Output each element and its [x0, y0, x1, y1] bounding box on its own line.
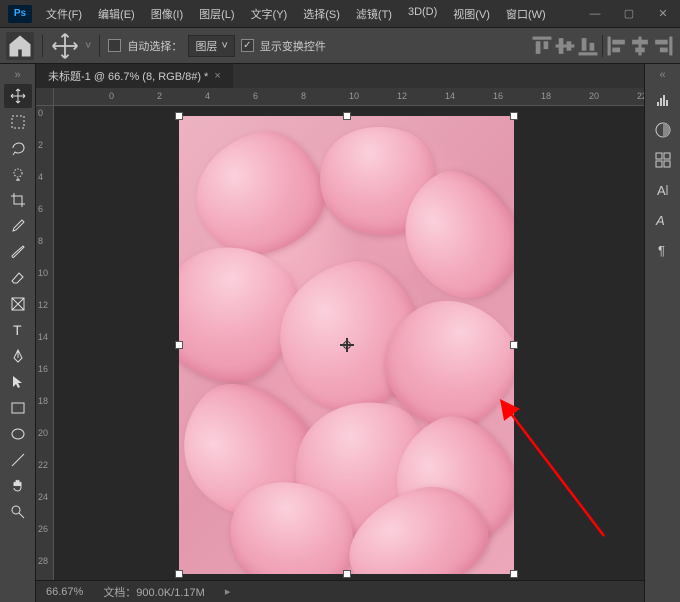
divider	[602, 35, 603, 57]
menu-layer[interactable]: 图层(L)	[193, 2, 240, 26]
lasso-tool[interactable]	[4, 136, 32, 160]
auto-select-checkbox[interactable]	[108, 39, 121, 52]
align-vcenter-button[interactable]	[554, 35, 576, 57]
menu-window[interactable]: 窗口(W)	[500, 2, 552, 26]
menu-type[interactable]: 文字(Y)	[245, 2, 294, 26]
title-bar: Ps 文件(F) 编辑(E) 图像(I) 图层(L) 文字(Y) 选择(S) 滤…	[0, 0, 680, 28]
align-buttons	[531, 35, 674, 57]
tab-title: 未标题-1 @ 66.7% (8, RGB/8#) *	[48, 68, 208, 84]
menu-3d[interactable]: 3D(D)	[402, 2, 443, 26]
crop-tool[interactable]	[4, 188, 32, 212]
hand-tool[interactable]	[4, 474, 32, 498]
doc-size[interactable]: 文档：900.0K/1.17M	[103, 584, 205, 600]
color-icon[interactable]	[650, 118, 676, 142]
canvas-viewport[interactable]	[54, 106, 644, 580]
document-tabs: 未标题-1 @ 66.7% (8, RGB/8#) * ×	[36, 64, 644, 88]
window-controls: ― ▢ ✕	[578, 0, 680, 28]
maximize-button[interactable]: ▢	[612, 0, 646, 28]
dropdown-chevron-icon[interactable]: ˅	[85, 40, 91, 52]
toolbar-expand[interactable]: »	[0, 68, 35, 82]
auto-select-label: 自动选择：	[127, 38, 182, 54]
tab-close-icon[interactable]: ×	[214, 70, 220, 82]
ellipse-tool[interactable]	[4, 422, 32, 446]
align-top-button[interactable]	[531, 35, 553, 57]
workspace: » T 未标题-1 @ 66.7% (8, RGB/8#) * × 024681…	[0, 64, 680, 602]
auto-select-dropdown[interactable]: 图层 ˅	[188, 35, 234, 57]
right-panels: « A A ¶	[644, 64, 680, 602]
quick-select-tool[interactable]	[4, 162, 32, 186]
svg-text:A: A	[655, 213, 665, 228]
histogram-icon[interactable]	[650, 88, 676, 112]
zoom-tool[interactable]	[4, 500, 32, 524]
menu-filter[interactable]: 滤镜(T)	[350, 2, 398, 26]
move-tool-icon[interactable]	[51, 32, 79, 60]
app-logo: Ps	[8, 5, 32, 23]
divider	[42, 35, 43, 57]
marquee-tool[interactable]	[4, 110, 32, 134]
home-button[interactable]	[6, 32, 34, 60]
chevron-right-icon[interactable]: ▸	[225, 585, 231, 598]
pen-tool[interactable]	[4, 344, 32, 368]
main-area: 未标题-1 @ 66.7% (8, RGB/8#) * × 0246810121…	[36, 64, 644, 602]
rectangle-tool[interactable]	[4, 396, 32, 420]
status-bar: 66.67% 文档：900.0K/1.17M ▸	[36, 580, 644, 602]
eraser-tool[interactable]	[4, 266, 32, 290]
menu-edit[interactable]: 编辑(E)	[92, 2, 141, 26]
align-bottom-button[interactable]	[577, 35, 599, 57]
line-tool[interactable]	[4, 448, 32, 472]
menu-file[interactable]: 文件(F)	[40, 2, 88, 26]
document-tab[interactable]: 未标题-1 @ 66.7% (8, RGB/8#) * ×	[36, 64, 233, 88]
move-tool[interactable]	[4, 84, 32, 108]
brush-tool[interactable]	[4, 240, 32, 264]
options-bar: ˅ 自动选择： 图层 ˅ 显示变换控件	[0, 28, 680, 64]
toolbar: » T	[0, 64, 36, 602]
menu-bar: 文件(F) 编辑(E) 图像(I) 图层(L) 文字(Y) 选择(S) 滤镜(T…	[40, 2, 552, 26]
menu-image[interactable]: 图像(I)	[145, 2, 189, 26]
ruler-vertical[interactable]: 0246810121416182022242628	[36, 106, 54, 580]
svg-text:A: A	[657, 183, 666, 198]
glyphs-icon[interactable]: A	[650, 208, 676, 232]
show-transform-checkbox[interactable]	[241, 39, 254, 52]
menu-view[interactable]: 视图(V)	[447, 2, 496, 26]
path-select-tool[interactable]	[4, 370, 32, 394]
dropdown-value: 图层	[195, 38, 217, 54]
frame-tool[interactable]	[4, 292, 32, 316]
close-button[interactable]: ✕	[646, 0, 680, 28]
svg-text:T: T	[13, 322, 22, 338]
ruler-corner	[36, 88, 54, 106]
eyedropper-tool[interactable]	[4, 214, 32, 238]
ruler-horizontal[interactable]: 0246810121416182022	[54, 88, 644, 106]
zoom-level[interactable]: 66.67%	[46, 586, 83, 598]
divider	[99, 35, 100, 57]
align-left-button[interactable]	[606, 35, 628, 57]
menu-select[interactable]: 选择(S)	[297, 2, 346, 26]
swatches-icon[interactable]	[650, 148, 676, 172]
panel-expand[interactable]: «	[645, 68, 680, 82]
character-icon[interactable]: A	[650, 178, 676, 202]
paragraph-icon[interactable]: ¶	[650, 238, 676, 262]
chevron-down-icon: ˅	[221, 40, 227, 52]
align-hcenter-button[interactable]	[629, 35, 651, 57]
minimize-button[interactable]: ―	[578, 0, 612, 28]
type-tool[interactable]: T	[4, 318, 32, 342]
image-content	[179, 116, 514, 574]
align-right-button[interactable]	[652, 35, 674, 57]
canvas[interactable]	[179, 116, 514, 574]
svg-text:¶: ¶	[658, 243, 665, 258]
show-transform-label: 显示变换控件	[260, 38, 326, 54]
